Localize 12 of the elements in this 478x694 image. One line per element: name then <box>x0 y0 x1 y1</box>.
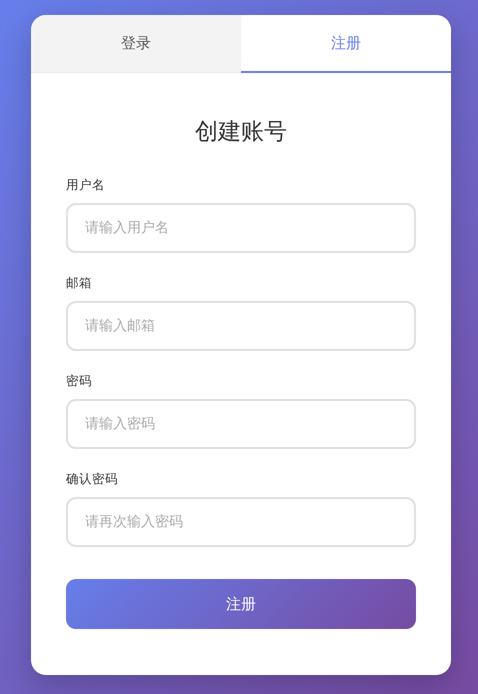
field-label: 确认密码 <box>66 471 118 487</box>
field-label: 密码 <box>66 373 92 389</box>
input-field[interactable]: 请输入邮箱 <box>66 301 416 351</box>
form-title: 创建账号 <box>194 118 288 147</box>
field-label: 用户名 <box>66 177 105 193</box>
submit-button[interactable]: 注册 <box>66 579 416 629</box>
tab[interactable]: 注册 <box>241 15 451 73</box>
field-label: 邮箱 <box>66 275 92 291</box>
input-field[interactable]: 请输入用户名 <box>66 203 416 253</box>
tab[interactable]: 登录 <box>31 15 241 73</box>
input-field[interactable]: 请再次输入密码 <box>66 497 416 547</box>
input-field[interactable]: 请输入密码 <box>66 399 416 449</box>
